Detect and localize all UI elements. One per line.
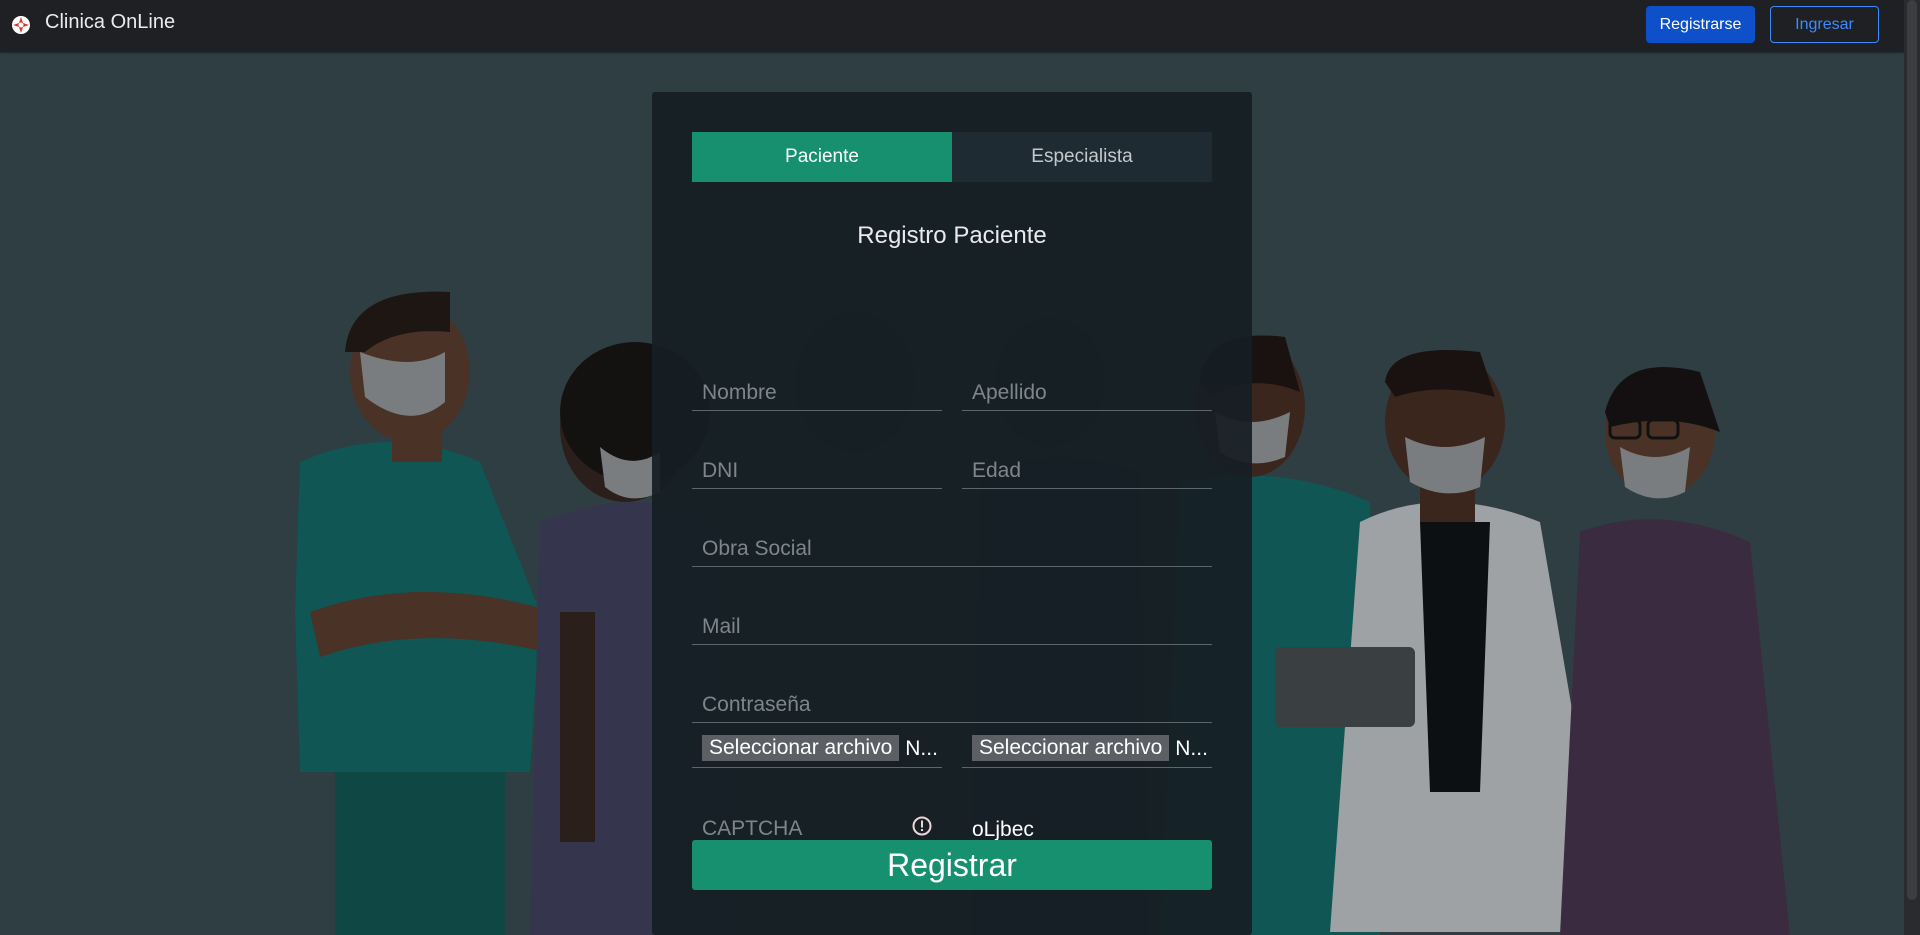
- register-button[interactable]: Registrarse: [1646, 6, 1755, 43]
- brand-name[interactable]: Clinica OnLine: [45, 11, 175, 34]
- captcha-input[interactable]: [692, 798, 942, 846]
- scrollbar[interactable]: [1904, 0, 1920, 935]
- file-status-2: N...: [1175, 737, 1208, 760]
- mail-input[interactable]: [692, 596, 1212, 644]
- obra-social-field: [692, 518, 1212, 567]
- error-warning-icon: [912, 816, 932, 836]
- clinic-logo-icon[interactable]: [10, 14, 32, 36]
- captcha-code: oLjbec: [972, 818, 1034, 841]
- apellido-input[interactable]: [962, 362, 1212, 410]
- role-tabs: Paciente Especialista: [692, 132, 1212, 182]
- mail-field: [692, 596, 1212, 645]
- dni-input[interactable]: [692, 440, 942, 488]
- scrollbar-thumb[interactable]: [1907, 0, 1917, 900]
- form-title: Registro Paciente: [857, 222, 1047, 249]
- select-file-button-2[interactable]: Seleccionar archivo: [972, 735, 1170, 761]
- password-field: [692, 674, 1212, 723]
- apellido-field: [962, 362, 1212, 411]
- nombre-input[interactable]: [692, 362, 942, 410]
- file-status-1: N...: [905, 737, 938, 760]
- navbar: Clinica OnLine Registrarse Ingresar: [0, 0, 1904, 52]
- illustration-person-7: [1560, 367, 1790, 935]
- illustration-person-1: [295, 291, 555, 935]
- nombre-field: [692, 362, 942, 411]
- submit-register-button[interactable]: Registrar: [692, 840, 1212, 890]
- dni-field: [692, 440, 942, 489]
- password-input[interactable]: [692, 674, 1212, 722]
- edad-field: [962, 440, 1212, 489]
- obra-social-input[interactable]: [692, 518, 1212, 566]
- edad-input[interactable]: [962, 440, 1212, 488]
- file-input-2: Seleccionar archivo N...: [962, 720, 1212, 768]
- select-file-button-1[interactable]: Seleccionar archivo: [702, 735, 900, 761]
- file-input-1: Seleccionar archivo N...: [692, 720, 942, 768]
- tab-especialista[interactable]: Especialista: [952, 132, 1212, 182]
- login-button[interactable]: Ingresar: [1770, 6, 1879, 43]
- registration-card: Paciente Especialista Registro Paciente …: [652, 92, 1252, 935]
- tab-paciente[interactable]: Paciente: [692, 132, 952, 182]
